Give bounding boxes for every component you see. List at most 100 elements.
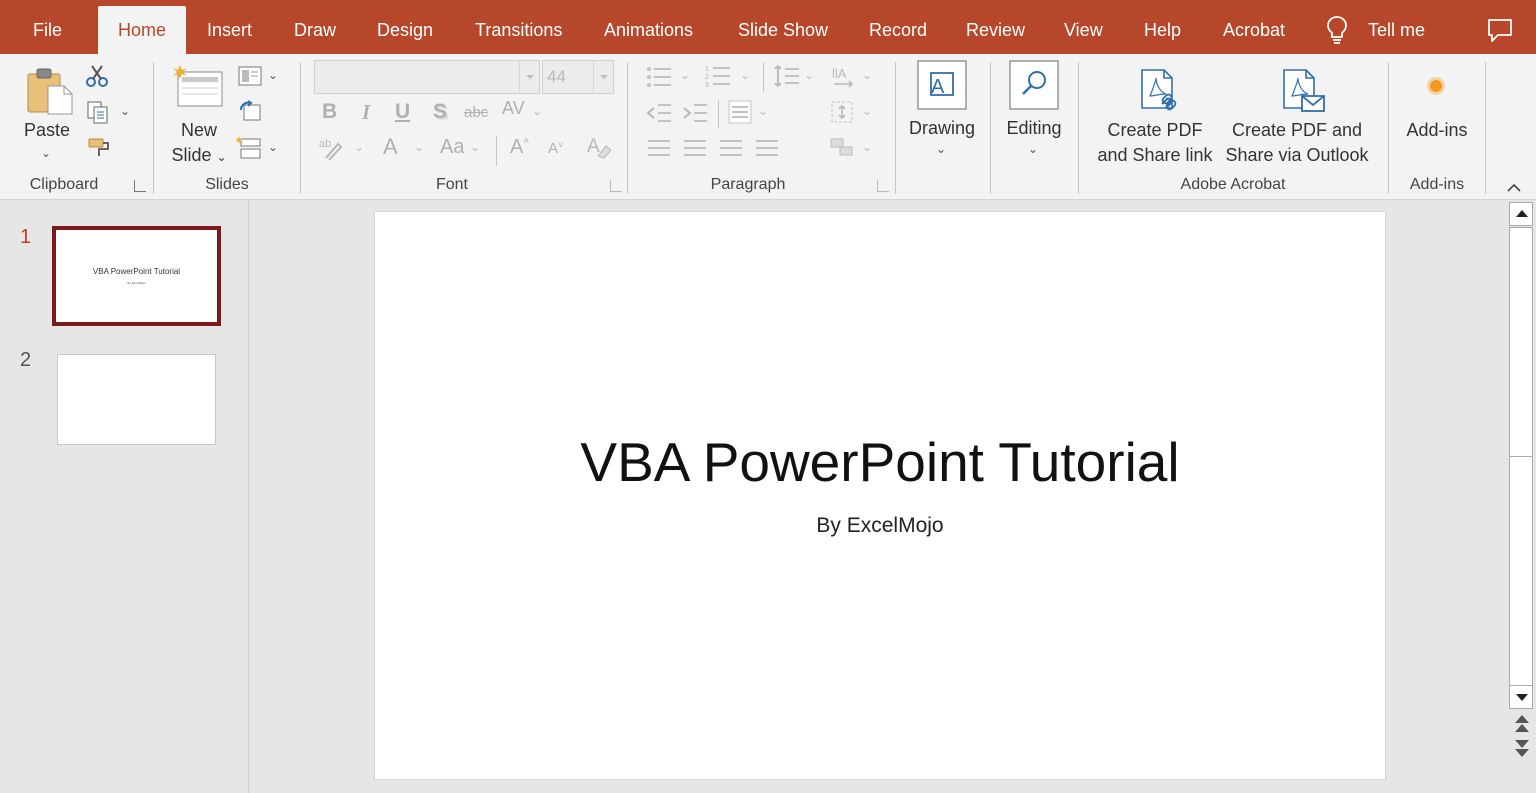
add-ins-button[interactable]: Add-ins	[1398, 118, 1476, 143]
dialog-launcher-icon[interactable]	[877, 180, 889, 192]
chevron-down-icon[interactable]: ⌄	[1028, 142, 1038, 156]
character-spacing-icon[interactable]: AV	[502, 98, 525, 119]
tab-acrobat[interactable]: Acrobat	[1223, 0, 1285, 54]
bullets-icon[interactable]	[646, 66, 672, 88]
chevron-down-icon[interactable]: ⌄	[268, 140, 278, 154]
align-text-icon[interactable]	[830, 100, 856, 124]
italic-icon[interactable]: I	[362, 100, 370, 125]
slide-thumbnail-1[interactable]: VBA PowerPoint Tutorial By ExcelMojo	[52, 226, 221, 326]
tab-help[interactable]: Help	[1144, 0, 1181, 54]
font-color-icon[interactable]: A	[383, 134, 398, 160]
chevron-down-icon[interactable]: ⌄	[414, 140, 424, 154]
chevron-down-icon[interactable]: ⌄	[470, 140, 480, 154]
align-right-icon[interactable]	[720, 140, 742, 156]
scroll-down-button[interactable]	[1509, 685, 1533, 709]
copy-icon[interactable]	[86, 100, 110, 124]
chevron-down-icon[interactable]: ⌄	[680, 68, 690, 82]
reset-icon[interactable]	[238, 100, 262, 122]
editing-button[interactable]: Editing	[1000, 116, 1068, 141]
add-ins-icon[interactable]	[1424, 74, 1448, 98]
columns-icon[interactable]	[728, 100, 752, 124]
tab-transitions[interactable]: Transitions	[475, 0, 562, 54]
tell-me-search[interactable]: Tell me	[1368, 0, 1425, 54]
chevron-down-icon[interactable]: ⌄	[804, 68, 814, 82]
tab-animations[interactable]: Animations	[604, 0, 693, 54]
text-direction-icon[interactable]: llA	[830, 62, 856, 88]
bold-icon[interactable]: B	[322, 100, 337, 124]
dialog-launcher-icon[interactable]	[610, 180, 622, 192]
chevron-down-icon[interactable]: ⌄	[862, 68, 872, 82]
increase-font-size-icon[interactable]: A˄	[510, 136, 529, 159]
align-left-icon[interactable]	[648, 140, 670, 156]
decrease-font-size-icon[interactable]: A˅	[548, 140, 563, 157]
tab-review[interactable]: Review	[966, 0, 1025, 54]
chevron-down-icon[interactable]: ⌄	[758, 104, 768, 118]
tab-slide-show[interactable]: Slide Show	[738, 0, 828, 54]
previous-slide-icon[interactable]	[1512, 713, 1532, 733]
tab-design[interactable]: Design	[377, 0, 433, 54]
new-slide-label: Slide ⌄	[166, 143, 232, 170]
justify-icon[interactable]	[756, 140, 778, 156]
tab-record[interactable]: Record	[869, 0, 927, 54]
new-slide-button[interactable]: New Slide ⌄	[166, 118, 232, 170]
scroll-thumb[interactable]	[1509, 227, 1533, 457]
clear-formatting-icon[interactable]: A	[586, 134, 612, 160]
slide-thumbnail-2[interactable]	[57, 354, 216, 445]
change-case-icon[interactable]: Aa	[440, 136, 464, 159]
chevron-down-icon[interactable]: ⌄	[740, 68, 750, 82]
paste-icon[interactable]	[26, 66, 74, 116]
chevron-down-icon[interactable]: ⌄	[354, 140, 364, 154]
drawing-button[interactable]: Drawing	[904, 116, 980, 141]
scroll-up-button[interactable]	[1509, 202, 1533, 226]
chevron-down-icon[interactable]: ⌄	[120, 104, 130, 118]
chevron-down-icon[interactable]: ⌄	[532, 104, 542, 118]
format-painter-icon[interactable]	[86, 136, 112, 160]
strikethrough-icon[interactable]: abc	[464, 104, 488, 121]
chevron-down-icon[interactable]: ⌄	[268, 68, 278, 82]
vertical-scrollbar[interactable]	[1508, 201, 1536, 793]
tab-file[interactable]: File	[33, 0, 62, 54]
section-icon[interactable]	[236, 136, 264, 160]
dialog-launcher-icon[interactable]	[134, 180, 146, 192]
find-magnifier-icon[interactable]	[1009, 60, 1059, 110]
comments-icon[interactable]	[1486, 16, 1514, 44]
pdf-outlook-icon[interactable]	[1280, 68, 1326, 114]
pdf-link-icon[interactable]	[1138, 68, 1182, 114]
decrease-indent-icon[interactable]	[646, 102, 672, 124]
tab-insert[interactable]: Insert	[207, 0, 252, 54]
create-pdf-share-link-button[interactable]: Create PDF and Share link	[1092, 118, 1218, 168]
chevron-down-icon[interactable]: ⌄	[862, 140, 872, 154]
font-size-dropdown[interactable]: 44	[542, 60, 614, 94]
change-case-highlight-icon[interactable]: ab	[318, 136, 344, 160]
smartart-icon[interactable]	[830, 136, 856, 160]
next-slide-icon[interactable]	[1512, 739, 1532, 759]
align-center-icon[interactable]	[684, 140, 706, 156]
chevron-down-icon[interactable]	[519, 61, 539, 93]
create-pdf-share-outlook-button[interactable]: Create PDF and Share via Outlook	[1218, 118, 1376, 168]
increase-indent-icon[interactable]	[682, 102, 708, 124]
chevron-down-icon[interactable]: ⌄	[936, 142, 946, 156]
layout-icon[interactable]	[238, 66, 262, 86]
chevron-down-icon[interactable]: ⌄	[41, 146, 51, 160]
chevron-down-icon[interactable]: ⌄	[862, 104, 872, 118]
cut-icon[interactable]	[85, 64, 109, 88]
numbering-icon[interactable]: 1 2 3	[705, 64, 731, 88]
line-spacing-icon[interactable]	[774, 64, 800, 88]
drawing-shapes-icon[interactable]: A	[917, 60, 967, 110]
text-shadow-icon[interactable]: S	[433, 100, 447, 124]
lightbulb-icon[interactable]	[1324, 14, 1350, 46]
tab-home[interactable]: Home	[98, 6, 186, 54]
slide-subtitle[interactable]: By ExcelMojo	[375, 514, 1385, 538]
slide-canvas[interactable]: VBA PowerPoint Tutorial By ExcelMojo	[374, 211, 1386, 780]
collapse-ribbon-icon[interactable]	[1506, 180, 1522, 196]
ribbon-tab-bar: File Home Insert Draw Design Transitions…	[0, 0, 1536, 54]
new-slide-icon[interactable]	[172, 64, 224, 108]
chevron-down-icon[interactable]	[593, 61, 613, 93]
font-name-dropdown[interactable]	[314, 60, 540, 94]
tab-view[interactable]: View	[1064, 0, 1103, 54]
tab-draw[interactable]: Draw	[294, 0, 336, 54]
paste-button[interactable]: Paste	[20, 118, 74, 143]
underline-icon[interactable]: U	[395, 100, 410, 124]
group-separator	[990, 62, 991, 194]
slide-title[interactable]: VBA PowerPoint Tutorial	[375, 430, 1385, 494]
